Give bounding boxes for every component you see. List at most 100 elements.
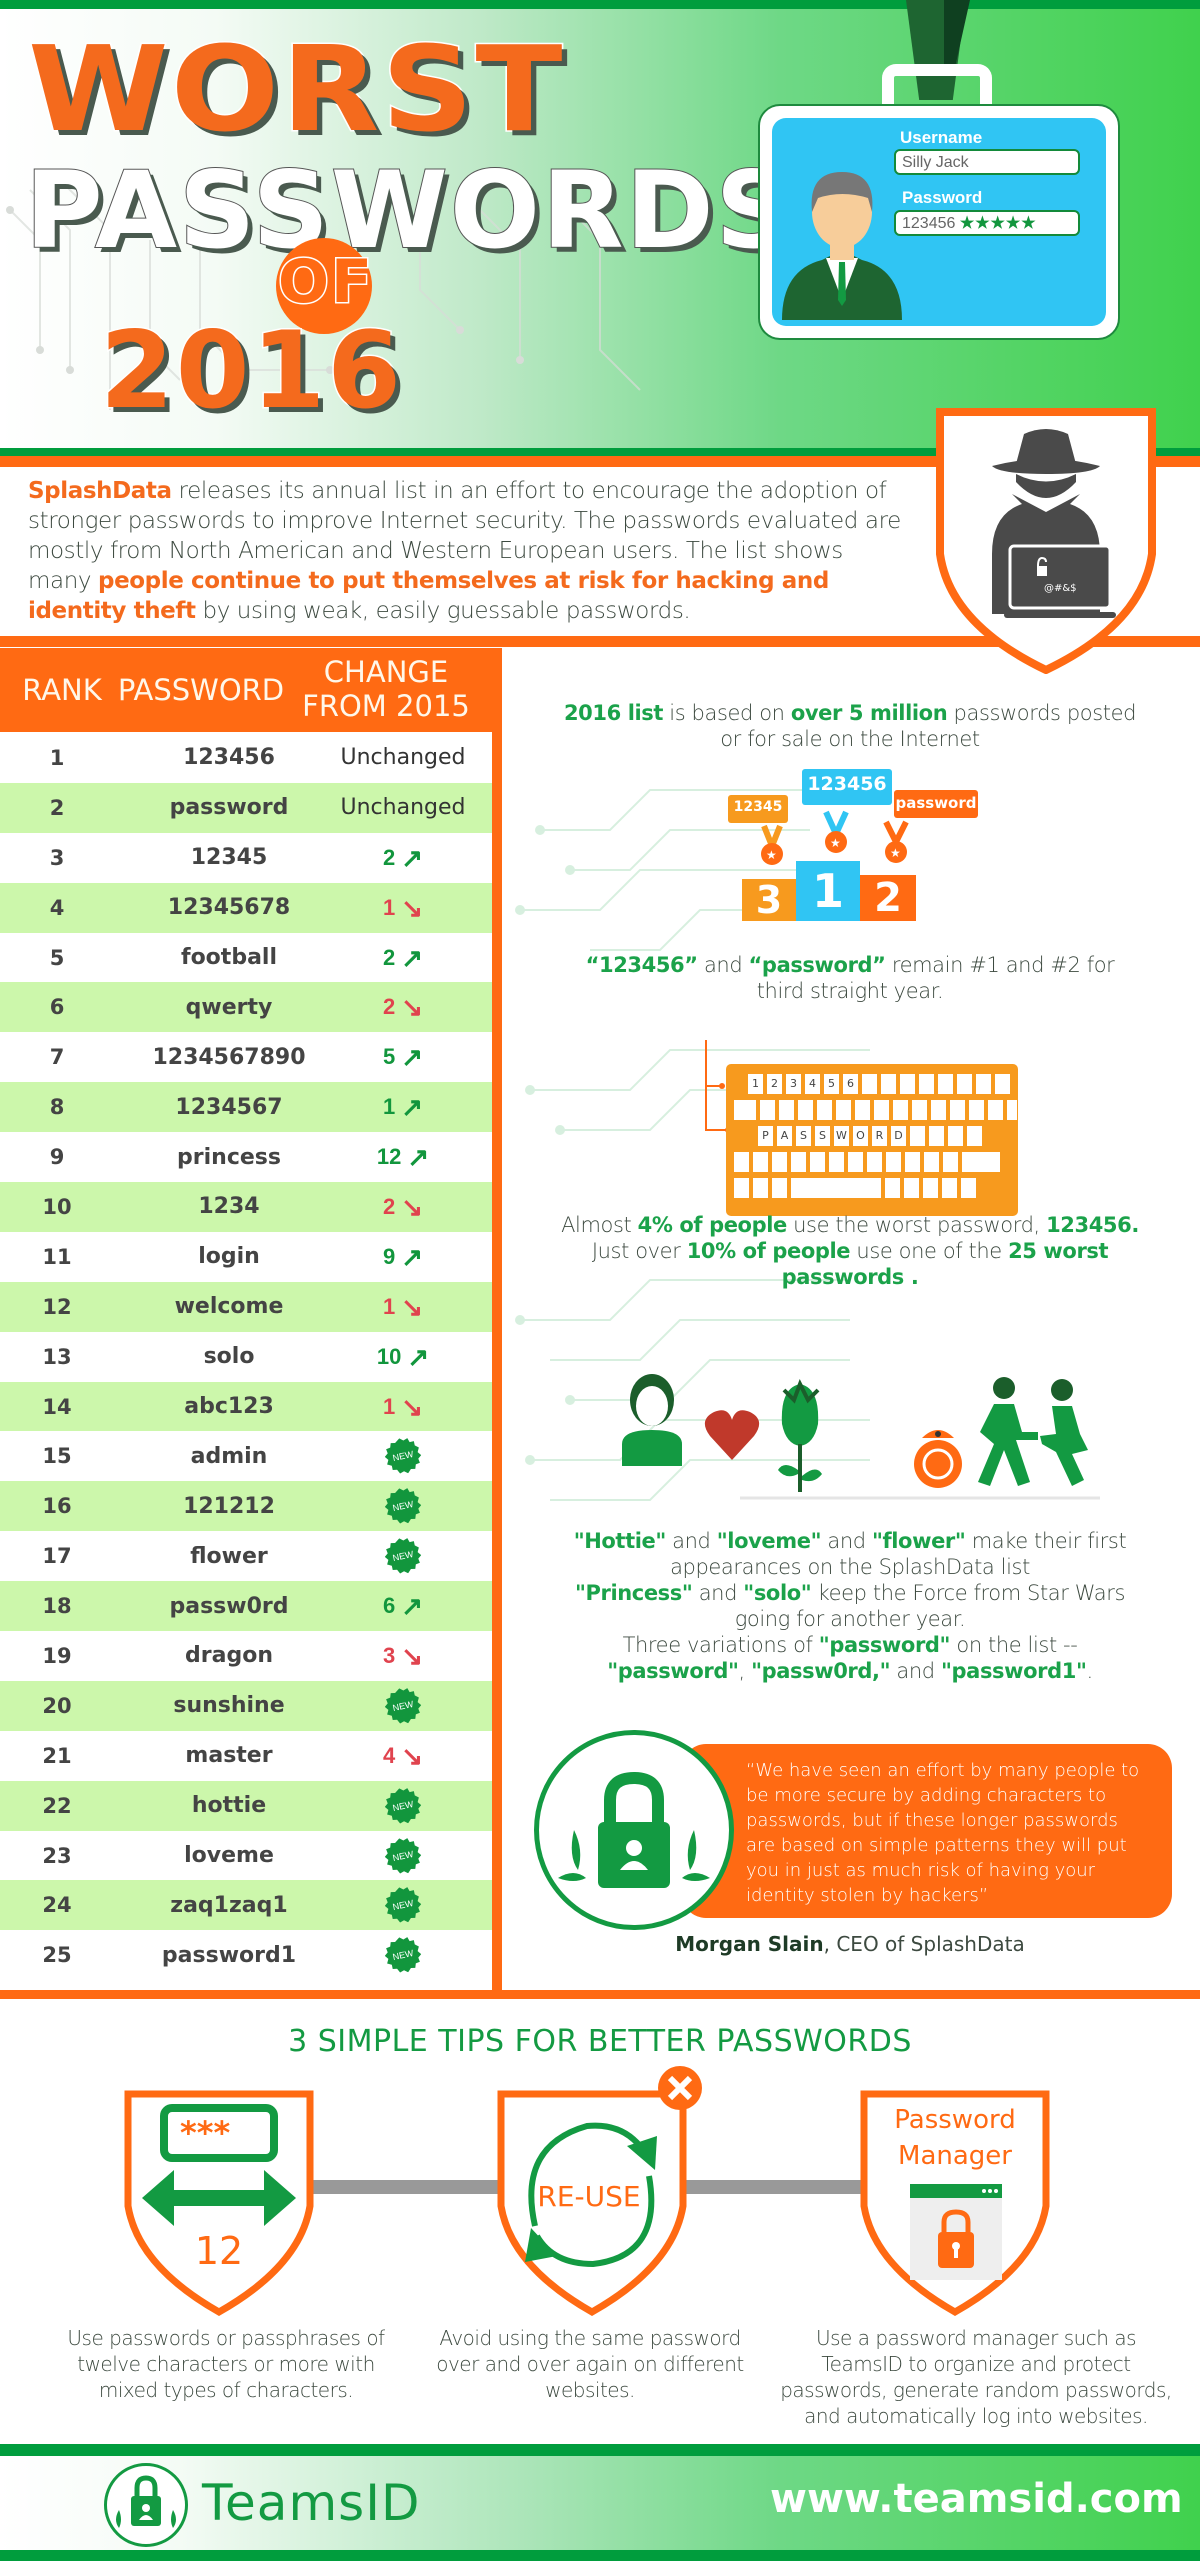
change-value: 12	[376, 1144, 402, 1170]
brand-name: TeamsID	[202, 2474, 421, 2532]
arrow-up-right-icon: ↗	[407, 1142, 430, 1173]
key	[957, 1074, 972, 1094]
key: 1	[748, 1074, 763, 1094]
key	[976, 1074, 991, 1094]
key	[938, 1074, 953, 1094]
table-row: 21 master 4 ↘	[0, 1731, 492, 1781]
password-cell: 121212	[183, 1493, 275, 1519]
fact-variations-bold-3: "passw0rd,"	[751, 1659, 891, 1683]
fact-new-text-1: and	[665, 1529, 717, 1553]
new-passwords-icons	[622, 1374, 1100, 1500]
new-badge-icon: NEW	[382, 1884, 425, 1927]
table-row: 15 admin NEW	[0, 1431, 492, 1481]
change-cell: NEW	[314, 1538, 492, 1574]
password-cell: football	[181, 945, 277, 970]
change-cell: 2 ↘	[314, 1194, 492, 1220]
arrow-up-right-icon: ↗	[401, 1241, 424, 1272]
table-row: 14 abc123 1 ↘	[0, 1381, 492, 1432]
password-cell: 1234	[198, 1194, 260, 1220]
badge-password-label: Password	[902, 188, 983, 207]
password-cell: welcome	[174, 1294, 284, 1320]
table-row: 8 1234567 1 ↗	[0, 1082, 492, 1133]
svg-text:★: ★	[890, 846, 901, 860]
change-value: 1	[382, 1094, 396, 1120]
key: S	[796, 1126, 811, 1146]
rank-cell: 17	[42, 1544, 72, 1569]
tip-length-mask: ***	[180, 2114, 230, 2152]
table-row: 1 123456 Unchanged	[0, 733, 492, 783]
medal-second-icon: ★	[883, 820, 909, 863]
change-value: 6	[382, 1593, 396, 1619]
rank-cell: 19	[42, 1643, 72, 1668]
table-row: 17 flower NEW	[0, 1531, 492, 1581]
fact-new-bold-1: "Hottie"	[573, 1529, 667, 1553]
change-value: 2	[382, 944, 396, 970]
teamsid-logo-icon	[116, 2475, 176, 2528]
change-cell: 1 ↘	[314, 1294, 492, 1320]
rank-cell: 1	[49, 745, 65, 770]
change-cell: 10 ↗	[314, 1344, 492, 1370]
intro-paragraph: SplashData releases its annual list in a…	[28, 476, 908, 626]
keyboard-row-2	[734, 1100, 1017, 1120]
header-change-line2: FROM 2015	[302, 689, 470, 723]
badge-password-value: 123456	[902, 215, 956, 232]
tip-length-shield: *** 12	[124, 2090, 314, 2316]
table-row: 25 password1 NEW	[0, 1930, 492, 1980]
password-cell: loveme	[184, 1843, 274, 1869]
arrow-down-right-icon: ↘	[401, 1291, 424, 1322]
table-row: 2 password Unchanged	[0, 782, 492, 833]
change-value: 4	[382, 1742, 396, 1768]
change-cell: NEW	[314, 1838, 492, 1874]
hacker-shield-icon: @#&$	[936, 408, 1156, 674]
password-cell: 12345	[190, 845, 268, 871]
fact-variations-text-4: and	[890, 1659, 941, 1683]
fact-percent-bold-3: 10% of people	[686, 1239, 851, 1263]
tips-top-bar	[0, 1990, 1200, 1999]
rank-cell: 3	[49, 845, 65, 870]
arrow-up-right-icon: ↗	[401, 1042, 424, 1073]
medal-first-icon: ★	[823, 810, 849, 853]
website-link[interactable]: www.teamsid.com	[770, 2476, 1183, 2522]
table-row: 6 qwerty 2 ↘	[0, 982, 492, 1033]
rank-cell: 18	[42, 1594, 72, 1619]
podium-second-block: 2	[860, 875, 916, 921]
woman-icon	[622, 1374, 682, 1466]
password-cell: login	[198, 1244, 260, 1270]
change-cell: NEW	[314, 1438, 492, 1474]
fact-variations-text-2: on the list --	[950, 1633, 1078, 1657]
change-cell: 2 ↗	[314, 945, 492, 971]
teamsid-lock-icon	[558, 1771, 710, 1888]
heart-icon	[704, 1410, 760, 1460]
key	[967, 1126, 982, 1146]
password-cell: 1234567	[175, 1094, 283, 1120]
rank-cell: 10	[42, 1194, 72, 1219]
tip-reuse-text: Avoid using the same password over and o…	[436, 2326, 744, 2402]
table-row: 23 loveme NEW	[0, 1831, 492, 1881]
key: D	[891, 1126, 906, 1146]
change-cell: 3 ↘	[314, 1643, 492, 1669]
key: 5	[824, 1074, 839, 1094]
medal-third-icon: ★	[761, 824, 783, 865]
arrow-down-right-icon: ↘	[401, 1391, 424, 1422]
key	[948, 1126, 963, 1146]
rank-cell: 9	[49, 1145, 65, 1170]
fact-variations-bold-1: "password"	[818, 1633, 951, 1657]
rank-cell: 4	[49, 895, 65, 920]
change-cell: 2 ↘	[314, 994, 492, 1020]
change-cell: 1 ↘	[314, 1394, 492, 1420]
rank-cell: 11	[42, 1244, 72, 1269]
key	[862, 1074, 877, 1094]
change-value: 1	[382, 894, 396, 920]
password-cell: password	[169, 795, 289, 821]
fact-starwars-text-1: and	[692, 1581, 744, 1605]
quote-text: “We have seen an effort by many people t…	[746, 1760, 1140, 1906]
fact-percent-text-4: use one of the	[850, 1239, 1009, 1263]
badge-username-label: Username	[900, 128, 983, 147]
new-badge-icon: NEW	[382, 1485, 425, 1528]
rank-cell: 25	[42, 1943, 72, 1968]
password-cell: solo	[203, 1344, 255, 1370]
change-cell: 6 ↗	[314, 1593, 492, 1619]
brand-logo	[104, 2463, 188, 2547]
keyboard-row-password: PASSWORD	[758, 1126, 982, 1146]
key: 2	[767, 1074, 782, 1094]
